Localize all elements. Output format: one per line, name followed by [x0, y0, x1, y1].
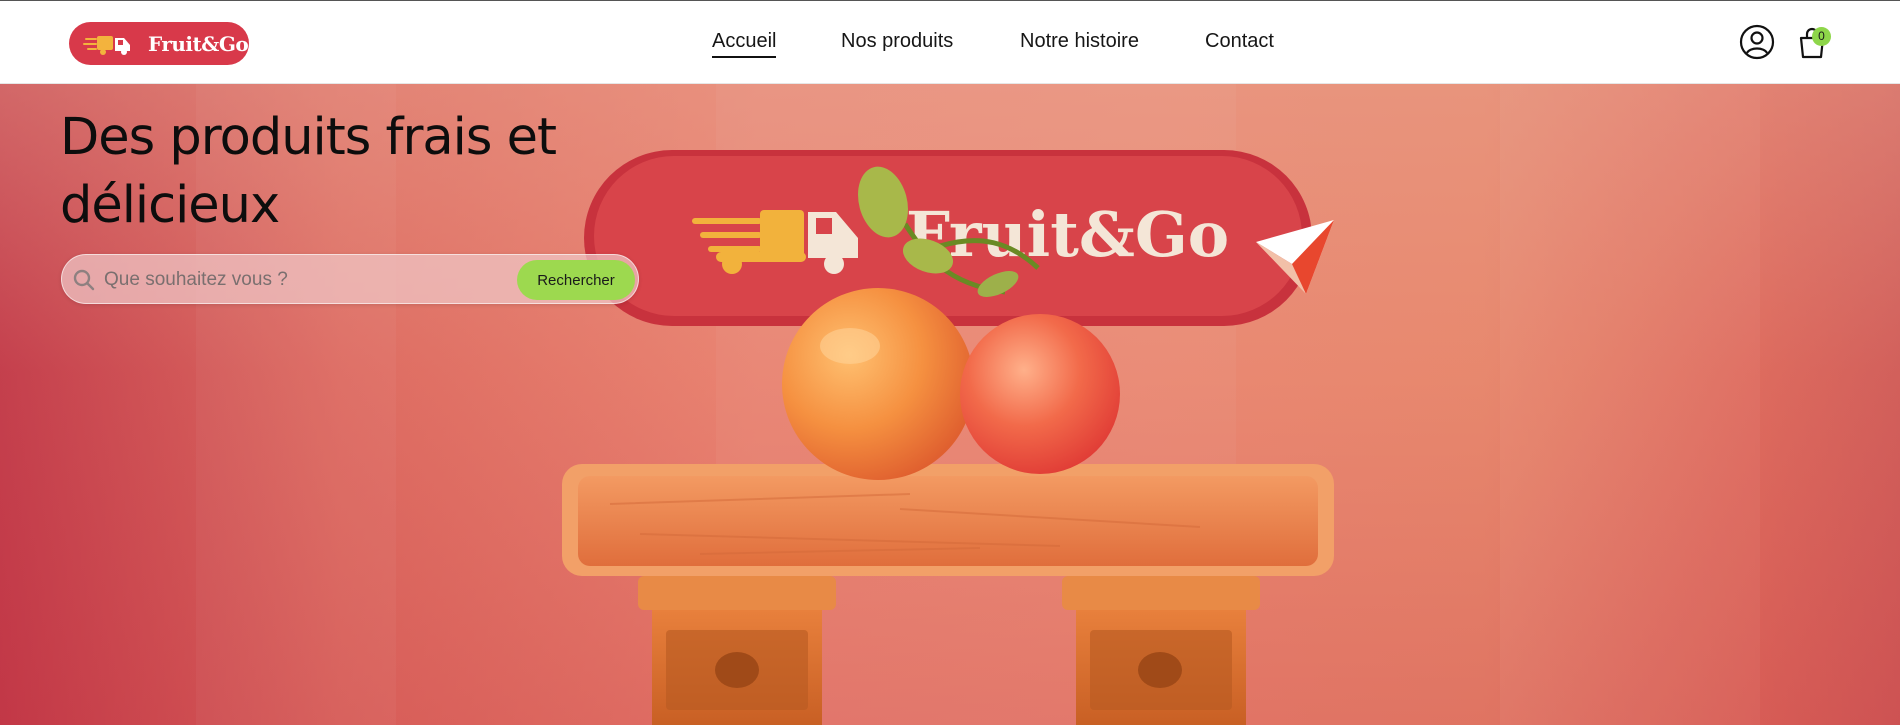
search-input[interactable] [104, 264, 524, 296]
search-icon [73, 269, 95, 291]
wooden-shelf [562, 464, 1334, 725]
brand-sign: Fruit&Go [584, 150, 1334, 326]
cart-count-badge: 0 [1812, 27, 1831, 46]
nav-item-contact[interactable]: Contact [1205, 30, 1274, 53]
nav-item-notre-histoire[interactable]: Notre histoire [1020, 30, 1139, 53]
hero-title: Des produits frais et délicieux [60, 108, 557, 235]
hero-banner: Fruit&Go Des produits frais et délicieux… [0, 84, 1900, 725]
site-header: Fruit&Go Accueil Nos produits Notre hist… [0, 0, 1900, 84]
search-button[interactable]: Rechercher [517, 260, 635, 300]
user-circle-icon[interactable] [1739, 24, 1775, 60]
search-bar: Rechercher [61, 254, 639, 304]
main-nav: Accueil Nos produits Notre histoire Cont… [0, 1, 1900, 85]
nav-item-accueil[interactable]: Accueil [712, 30, 777, 58]
nav-item-nos-produits[interactable]: Nos produits [841, 30, 953, 53]
sign-text: Fruit&Go [906, 198, 1229, 271]
